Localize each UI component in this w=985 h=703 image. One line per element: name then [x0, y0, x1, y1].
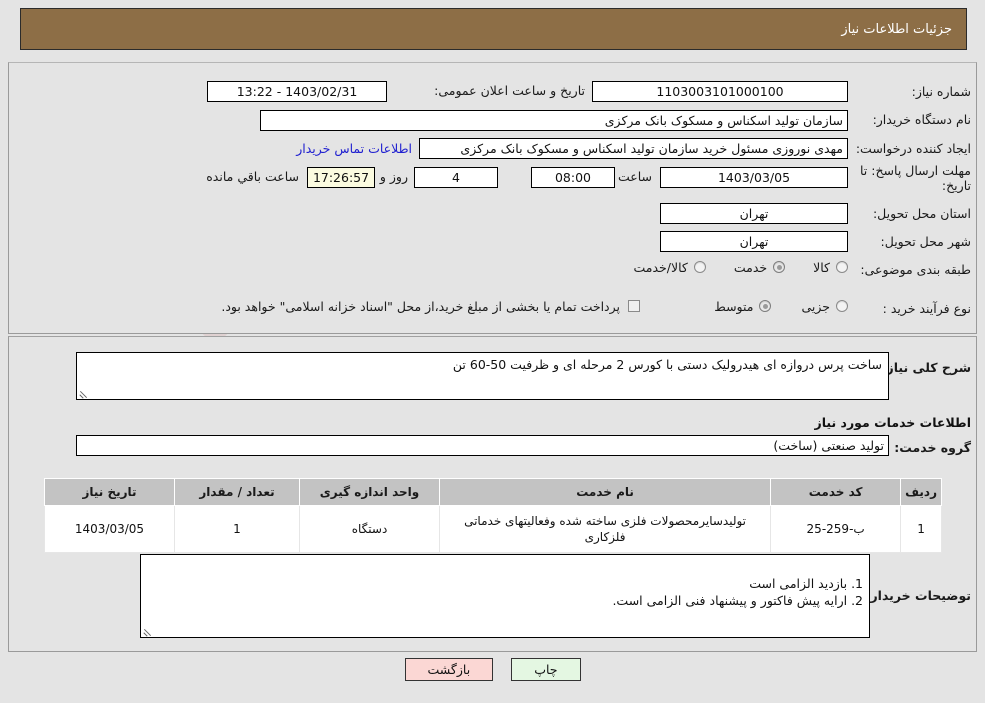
label-deadline-2: تاریخ: [941, 178, 971, 193]
province-field[interactable]: تهران [660, 203, 848, 224]
table-row[interactable]: 1 ب-259-25 تولیدسایرمحصولات فلزی ساخته ش… [44, 505, 942, 553]
radio-goods-label: کالا [813, 259, 830, 275]
summary-text: ساخت پرس دروازه ای هیدرولیک دستی با کورس… [452, 357, 882, 372]
th-service-name: نام خدمت [438, 478, 772, 506]
back-button[interactable]: بازگشت [404, 658, 494, 681]
need-number-field[interactable]: 1103003101000100 [592, 81, 848, 102]
remaining-days-field[interactable]: 4 [414, 167, 498, 188]
label-creator: ایجاد کننده درخواست: [855, 141, 971, 156]
label-hour: ساعت [617, 169, 652, 184]
deadline-time-field[interactable]: 08:00 [531, 167, 615, 188]
th-need-date: تاریخ نیاز [44, 478, 175, 506]
page-title: جزئیات اطلاعات نیاز [841, 21, 952, 37]
radio-goods-icon[interactable] [836, 261, 848, 273]
label-summary: شرح کلی نیاز: [881, 360, 971, 375]
treasury-note-text: پرداخت تمام یا بخشی از مبلغ خرید،از محل … [221, 298, 620, 314]
label-province: استان محل تحویل: [872, 206, 971, 221]
service-group-field[interactable]: تولید صنعتی (ساخت) [76, 435, 889, 456]
label-countdown: ساعت باقي مانده [206, 169, 299, 184]
treasury-note-row: پرداخت تمام یا بخشی از مبلغ خرید،از محل … [221, 294, 640, 318]
label-buyer-org: نام دستگاه خریدار: [872, 112, 971, 127]
radio-medium-icon[interactable] [759, 300, 772, 312]
radio-option-service[interactable]: خدمت [733, 259, 786, 275]
radio-option-goods[interactable]: کالا [813, 260, 848, 275]
label-city: شهر محل تحویل: [880, 234, 971, 249]
notes-resize-grip-icon[interactable] [143, 626, 153, 636]
radio-goods-service-label: کالا/خدمت [633, 259, 688, 275]
buyer-notes-textarea[interactable]: 1. بازدید الزامی است 2. ارایه پیش فاکتور… [140, 554, 870, 638]
deadline-date-field[interactable]: 1403/03/05 [660, 167, 848, 188]
label-service-group: گروه خدمت: [894, 440, 971, 455]
radio-option-minor[interactable]: جزیی [801, 299, 848, 314]
summary-textarea[interactable]: ساخت پرس دروازه ای هیدرولیک دستی با کورس… [76, 352, 889, 400]
buyer-notes-text: 1. بازدید الزامی است 2. ارایه پیش فاکتور… [612, 576, 863, 608]
creator-field[interactable]: مهدی نوروزی مسئول خرید سازمان تولید اسکن… [419, 138, 848, 159]
print-button[interactable]: چاپ [511, 658, 581, 681]
radio-medium-label: متوسط [714, 298, 754, 314]
label-days: روز و [379, 169, 408, 184]
countdown-field: 17:26:57 [307, 167, 375, 188]
radio-minor-icon[interactable] [836, 300, 848, 312]
th-quantity: تعداد / مقدار [174, 478, 300, 506]
radio-minor-label: جزیی [801, 298, 830, 314]
radio-option-goods-service[interactable]: کالا/خدمت [633, 259, 706, 275]
cell-service-name: تولیدسایرمحصولات فلزی ساخته شده وفعالیته… [438, 505, 772, 553]
page-root: AriaTender.net جزئیات اطلاعات نیاز شماره… [0, 0, 985, 703]
radio-option-medium[interactable]: متوسط [714, 298, 772, 314]
process-radio-group[interactable]: جزیی متوسط [714, 294, 848, 318]
cell-quantity: 1 [174, 505, 300, 553]
label-announce-datetime: تاریخ و ساعت اعلان عمومی: [434, 83, 585, 98]
resize-grip-icon[interactable] [79, 388, 89, 398]
services-table: ردیف کد خدمت نام خدمت واحد اندازه گیری ت… [44, 478, 942, 553]
services-heading: اطلاعات خدمات مورد نیاز [814, 415, 972, 430]
action-button-bar: چاپ بازگشت [0, 658, 985, 681]
cell-service-code: ب-259-25 [770, 505, 902, 553]
cell-unit: دستگاه [299, 505, 440, 553]
th-row-no: ردیف [900, 478, 942, 506]
th-service-code: کد خدمت [770, 478, 902, 506]
buyer-org-field[interactable]: سازمان تولید اسکناس و مسکوک بانک مرکزی [260, 110, 848, 131]
label-category: طبقه بندی موضوعی: [860, 262, 971, 277]
announce-datetime-field[interactable]: 1403/02/31 - 13:22 [207, 81, 387, 102]
radio-service-icon[interactable] [773, 261, 786, 273]
cell-row-no: 1 [900, 505, 942, 553]
treasury-checkbox[interactable] [628, 300, 640, 312]
th-unit: واحد اندازه گیری [299, 478, 440, 506]
radio-service-label: خدمت [733, 259, 768, 275]
table-header-row: ردیف کد خدمت نام خدمت واحد اندازه گیری ت… [44, 478, 942, 506]
label-deadline-1: مهلت ارسال پاسخ: تا [860, 163, 971, 178]
city-field[interactable]: تهران [660, 231, 848, 252]
page-title-bar: جزئیات اطلاعات نیاز [20, 8, 967, 50]
category-radio-group[interactable]: کالا خدمت کالا/خدمت [633, 255, 848, 279]
buyer-contact-link[interactable]: اطلاعات تماس خریدار [296, 141, 412, 156]
radio-goods-service-icon[interactable] [693, 261, 706, 273]
label-buyer-notes: توضیحات خریدار: [865, 588, 971, 603]
label-need-number: شماره نیاز: [911, 84, 971, 99]
cell-need-date: 1403/03/05 [44, 505, 175, 553]
label-process-type: نوع فرآیند خرید : [882, 301, 971, 316]
